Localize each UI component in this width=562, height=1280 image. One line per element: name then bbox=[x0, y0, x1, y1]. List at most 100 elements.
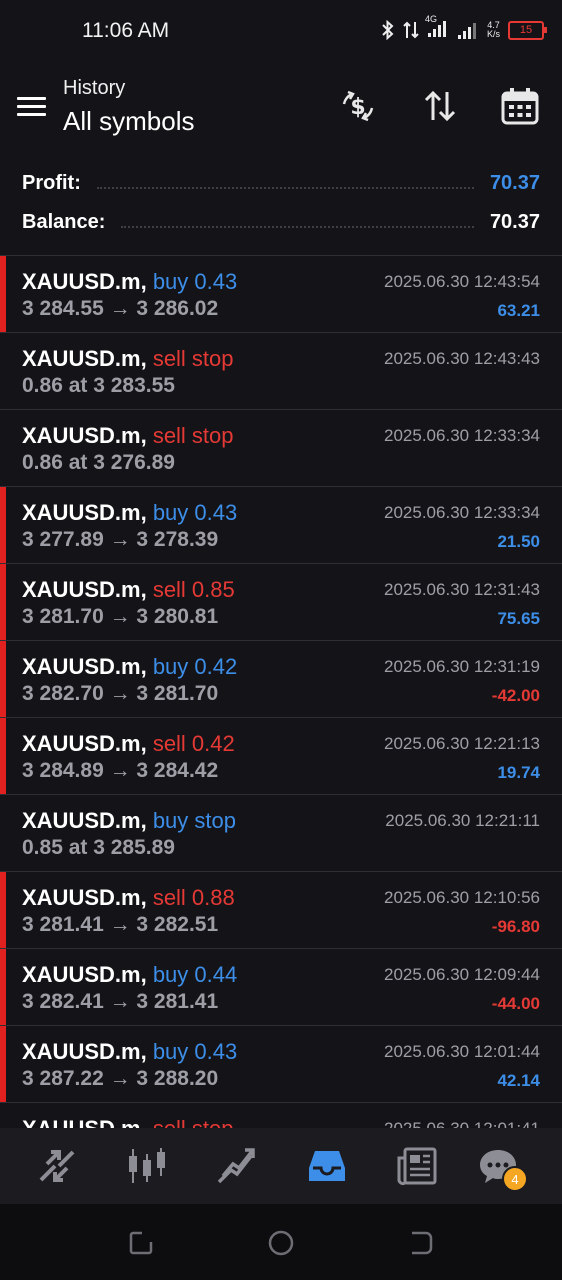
closed-position-marker bbox=[0, 949, 6, 1025]
trade-row[interactable]: XAUUSD.m, buy 0.42 3 282.70 → 3 281.70 202… bbox=[0, 641, 562, 718]
profit-row: Profit: 70.37 bbox=[22, 168, 540, 198]
trade-profit: 63.21 bbox=[497, 301, 540, 320]
trade-action: sell stop bbox=[152, 346, 234, 371]
trade-action: buy 0.43 bbox=[152, 500, 238, 525]
trade-symbol: XAUUSD.m, bbox=[22, 269, 147, 294]
trade-action: sell 0.88 bbox=[152, 885, 235, 910]
trade-symbol: XAUUSD.m, bbox=[22, 654, 147, 679]
trade-row[interactable]: XAUUSD.m, sell 0.42 3 284.89 → 3 284.42 20… bbox=[0, 718, 562, 795]
trade-detail: 3 281.70 → 3 280.81 bbox=[22, 605, 219, 628]
trade-title: XAUUSD.m, sell 0.42 bbox=[22, 731, 235, 757]
trade-action: buy 0.44 bbox=[152, 962, 238, 987]
trade-time: 2025.06.30 12:43:43 bbox=[384, 349, 540, 368]
trade-row[interactable]: XAUUSD.m, buy 0.43 3 277.89 → 3 278.39 202… bbox=[0, 487, 562, 564]
trade-time: 2025.06.30 12:10:56 bbox=[384, 888, 540, 907]
battery-level: 15 bbox=[519, 24, 533, 36]
trade-detail: 3 281.41 → 3 282.51 bbox=[22, 913, 219, 936]
trade-detail: 0.85 at 3 285.89 bbox=[22, 836, 175, 859]
trade-symbol: XAUUSD.m, bbox=[22, 731, 147, 756]
calendar-icon[interactable] bbox=[500, 86, 540, 126]
trade-action: buy 0.42 bbox=[152, 654, 238, 679]
bluetooth-icon bbox=[382, 20, 394, 40]
trade-title: XAUUSD.m, buy stop bbox=[22, 808, 236, 834]
closed-position-marker bbox=[0, 718, 6, 794]
closed-position-marker bbox=[0, 564, 6, 640]
trade-row[interactable]: XAUUSD.m, buy stop 0.85 at 3 285.89 2025.0… bbox=[0, 795, 562, 872]
trade-action: buy 0.43 bbox=[152, 269, 238, 294]
closed-position-marker bbox=[0, 641, 6, 717]
profit-value: 70.37 bbox=[489, 171, 540, 194]
trade-time: 2025.06.30 12:43:54 bbox=[384, 272, 540, 291]
deposit-withdraw-icon[interactable]: $ bbox=[338, 86, 378, 126]
trade-row[interactable]: XAUUSD.m, sell 0.88 3 281.41 → 3 282.51 20… bbox=[0, 872, 562, 949]
trade-profit: 19.74 bbox=[497, 763, 540, 782]
trade-title: XAUUSD.m, sell 0.85 bbox=[22, 577, 235, 603]
trade-row[interactable]: XAUUSD.m, sell 0.85 3 281.70 → 3 280.81 20… bbox=[0, 564, 562, 641]
divider-dots bbox=[96, 177, 474, 189]
account-summary: Profit: 70.37 Balance: 70.37 bbox=[0, 164, 562, 254]
trade-detail: 3 284.89 → 3 284.42 bbox=[22, 759, 219, 782]
trade-row[interactable]: XAUUSD.m, buy 0.44 3 282.41 → 3 281.41 202… bbox=[0, 949, 562, 1026]
network-type: 4G bbox=[424, 14, 437, 24]
closed-position-marker bbox=[0, 1026, 6, 1102]
trade-title: XAUUSD.m, buy 0.43 bbox=[22, 1039, 237, 1065]
trade-detail: 3 284.55 → 3 286.02 bbox=[22, 297, 219, 320]
menu-icon[interactable] bbox=[17, 97, 46, 117]
balance-label: Balance: bbox=[22, 210, 106, 233]
trade-detail: 3 287.22 → 3 288.20 bbox=[22, 1067, 219, 1090]
sort-icon[interactable] bbox=[420, 86, 460, 126]
symbol-filter[interactable]: All symbols bbox=[63, 106, 194, 137]
trade-history-list[interactable]: XAUUSD.m, buy 0.43 3 284.55 → 3 286.02 202… bbox=[0, 255, 562, 1129]
app-bar: History All symbols $ bbox=[0, 64, 562, 164]
trade-detail: 0.86 at 3 276.89 bbox=[22, 451, 175, 474]
back-icon[interactable] bbox=[408, 1230, 434, 1256]
recents-icon[interactable] bbox=[128, 1230, 154, 1256]
trade-time: 2025.06.30 12:01:44 bbox=[384, 1042, 540, 1061]
home-icon[interactable] bbox=[268, 1230, 294, 1256]
quotes-icon[interactable] bbox=[37, 1146, 77, 1186]
trade-row[interactable]: XAUUSD.m, buy 0.43 3 287.22 → 3 288.20 202… bbox=[0, 1026, 562, 1103]
system-nav-bar bbox=[0, 1204, 562, 1280]
trade-time: 2025.06.30 12:33:34 bbox=[384, 503, 540, 522]
history-icon[interactable] bbox=[307, 1146, 347, 1186]
trade-time: 2025.06.30 12:31:43 bbox=[384, 580, 540, 599]
trade-row[interactable]: XAUUSD.m, sell stop 0.86 at 3 283.55 2025.… bbox=[0, 333, 562, 410]
balance-row: Balance: 70.37 bbox=[22, 207, 540, 237]
trade-title: XAUUSD.m, buy 0.43 bbox=[22, 500, 237, 526]
network-speed: 4.7 K/s bbox=[487, 21, 500, 39]
trade-title: XAUUSD.m, sell stop bbox=[22, 423, 234, 449]
trade-time: 2025.06.30 12:31:19 bbox=[384, 657, 540, 676]
balance-value: 70.37 bbox=[489, 210, 540, 233]
trade-row[interactable]: XAUUSD.m, buy 0.43 3 284.55 → 3 286.02 202… bbox=[0, 256, 562, 333]
trade-row[interactable]: XAUUSD.m, sell stop 0.86 at 3 276.89 2025.… bbox=[0, 410, 562, 487]
trade-title: XAUUSD.m, sell stop bbox=[22, 346, 234, 372]
closed-position-marker bbox=[0, 256, 6, 332]
trade-icon[interactable] bbox=[217, 1146, 257, 1186]
trade-symbol: XAUUSD.m, bbox=[22, 885, 147, 910]
divider-dots bbox=[121, 216, 474, 228]
trade-title: XAUUSD.m, sell 0.88 bbox=[22, 885, 235, 911]
trade-action: sell 0.42 bbox=[152, 731, 235, 756]
trade-row[interactable]: XAUUSD.m, sell stop 2025.06.30 12:01:41 bbox=[0, 1103, 562, 1129]
trade-title: XAUUSD.m, buy 0.43 bbox=[22, 269, 237, 295]
news-icon[interactable] bbox=[397, 1146, 437, 1186]
profit-label: Profit: bbox=[22, 171, 81, 194]
page-title: History bbox=[63, 77, 126, 99]
trade-time: 2025.06.30 12:21:13 bbox=[384, 734, 540, 753]
trade-symbol: XAUUSD.m, bbox=[22, 346, 147, 371]
trade-symbol: XAUUSD.m, bbox=[22, 1039, 147, 1064]
signal-icon: 4G bbox=[424, 14, 449, 42]
trade-profit: 75.65 bbox=[497, 609, 540, 628]
trade-symbol: XAUUSD.m, bbox=[22, 423, 147, 448]
trade-symbol: XAUUSD.m, bbox=[22, 577, 147, 602]
chat-tab[interactable]: 4 bbox=[478, 1146, 528, 1192]
trade-title: XAUUSD.m, buy 0.42 bbox=[22, 654, 237, 680]
trade-profit: 21.50 bbox=[497, 532, 540, 551]
battery-icon: 15 bbox=[508, 20, 547, 40]
bottom-tab-bar: 4 bbox=[0, 1128, 562, 1204]
chart-icon[interactable] bbox=[127, 1146, 167, 1186]
status-bar: 11:06 AM 4G 4.7 K/s 15 bbox=[0, 0, 562, 64]
status-icons: 4G 4.7 K/s 15 bbox=[381, 14, 547, 42]
trade-symbol: XAUUSD.m, bbox=[22, 808, 147, 833]
trade-profit: 42.14 bbox=[497, 1071, 540, 1090]
